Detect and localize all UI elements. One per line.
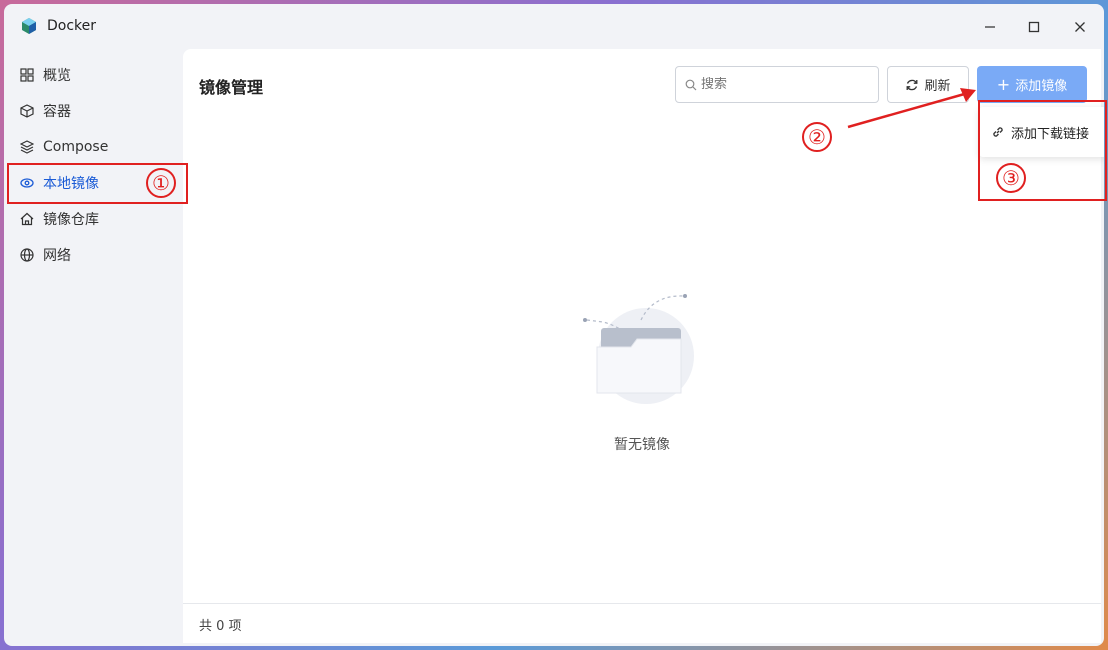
title-bar: Docker <box>4 4 1104 48</box>
plus-icon: + <box>996 75 1011 94</box>
sidebar-item-label: 概览 <box>43 68 71 84</box>
layers-icon <box>20 140 34 154</box>
close-icon <box>1075 22 1085 32</box>
sidebar-item-label: 镜像仓库 <box>43 212 99 228</box>
window-title: Docker <box>47 18 97 34</box>
empty-state-text: 暂无镜像 <box>614 437 670 453</box>
sidebar-item-overview[interactable]: 概览 <box>8 57 184 93</box>
cube-icon <box>20 104 34 118</box>
maximize-icon <box>1028 21 1040 33</box>
footer: 共 0 项 <box>183 603 1101 643</box>
minimize-icon <box>985 26 995 28</box>
annotation-number-3: ③ <box>996 163 1026 193</box>
add-image-button[interactable]: + 添加镜像 <box>977 66 1087 103</box>
maximize-button[interactable] <box>1020 14 1048 40</box>
annotation-arrow <box>847 88 976 129</box>
docker-logo-icon <box>22 18 36 34</box>
annotation-number-2: ② <box>802 122 832 152</box>
sidebar-item-label: 网络 <box>43 248 71 264</box>
grid-icon <box>20 68 34 82</box>
sidebar-item-image-registry[interactable]: 镜像仓库 <box>8 201 184 237</box>
sidebar-item-compose[interactable]: Compose <box>8 129 184 165</box>
add-image-label: 添加镜像 <box>1015 79 1068 94</box>
sidebar-item-label: 容器 <box>43 104 71 120</box>
empty-folder-icon <box>583 294 694 404</box>
item-count: 共 0 项 <box>199 619 242 634</box>
sidebar-item-label: Compose <box>43 139 109 155</box>
page-title: 镜像管理 <box>199 78 264 97</box>
close-button[interactable] <box>1066 14 1094 40</box>
sidebar-item-containers[interactable]: 容器 <box>8 93 184 129</box>
minimize-button[interactable] <box>976 14 1004 40</box>
globe-icon <box>20 248 34 262</box>
house-icon <box>20 212 34 226</box>
annotation-number-1: ① <box>146 168 176 198</box>
search-input[interactable] <box>701 77 861 92</box>
search-icon <box>685 79 697 91</box>
sidebar-item-network[interactable]: 网络 <box>8 237 184 273</box>
